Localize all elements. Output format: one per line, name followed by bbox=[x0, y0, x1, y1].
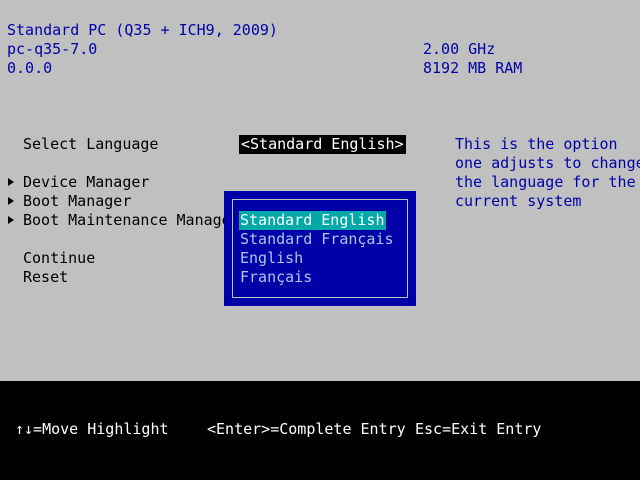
language-popup: Standard English Standard Français Engli… bbox=[224, 191, 416, 306]
exit-entry-hint: Esc=Exit Entry bbox=[415, 420, 542, 438]
cpu-speed: 2.00 GHz bbox=[423, 40, 496, 58]
language-option-selected[interactable]: Standard English bbox=[239, 211, 386, 230]
machine-type: Standard PC (Q35 + ICH9, 2009) bbox=[7, 21, 278, 39]
help-text-line: one adjusts to change bbox=[455, 154, 640, 172]
machine-version: pc-q35-7.0 bbox=[7, 40, 98, 58]
triangle-right-icon bbox=[8, 216, 14, 224]
complete-entry-hint: <Enter>=Complete Entry bbox=[207, 420, 406, 438]
memory-size: 8192 MB RAM bbox=[423, 59, 523, 77]
menu-item-device-manager[interactable]: Device Manager bbox=[23, 173, 149, 192]
key-help-bar: ↑↓=Move Highlight <Enter>=Complete Entry… bbox=[0, 381, 640, 480]
language-option[interactable]: Français bbox=[240, 268, 312, 287]
bios-setup-screen: Standard PC (Q35 + ICH9, 2009) pc-q35-7.… bbox=[0, 0, 640, 480]
help-text-line: the language for the bbox=[455, 173, 636, 191]
triangle-right-icon bbox=[8, 197, 14, 205]
triangle-right-icon bbox=[8, 178, 14, 186]
help-text-line: This is the option bbox=[455, 135, 618, 153]
select-language-label: Select Language bbox=[23, 135, 159, 153]
menu-item-boot-maintenance-manager[interactable]: Boot Maintenance Manager bbox=[23, 211, 240, 230]
language-option[interactable]: English bbox=[240, 249, 303, 268]
menu-item-boot-manager[interactable]: Boot Manager bbox=[23, 192, 131, 211]
select-language-value[interactable]: <Standard English> bbox=[239, 135, 406, 154]
setup-main-panel: Standard PC (Q35 + ICH9, 2009) pc-q35-7.… bbox=[0, 0, 640, 381]
continue-button[interactable]: Continue bbox=[23, 249, 95, 268]
help-text-line: current system bbox=[455, 192, 582, 210]
language-option[interactable]: Standard Français bbox=[240, 230, 394, 249]
reset-button[interactable]: Reset bbox=[23, 268, 68, 287]
language-popup-frame: Standard English Standard Français Engli… bbox=[232, 199, 408, 298]
firmware-build: 0.0.0 bbox=[7, 59, 53, 77]
move-highlight-hint: ↑↓=Move Highlight bbox=[15, 420, 169, 438]
